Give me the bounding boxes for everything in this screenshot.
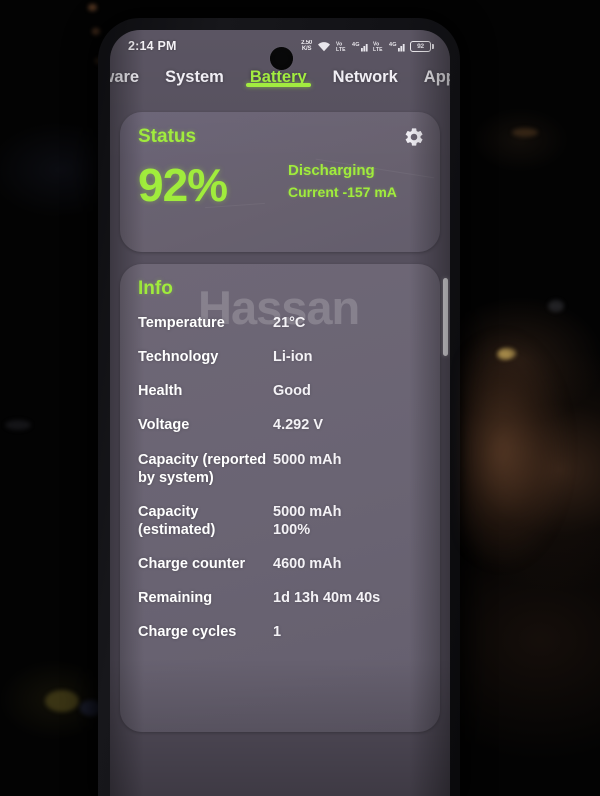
info-value: 1d 13h 40m 40s	[273, 589, 422, 607]
info-value: Good	[273, 382, 422, 400]
info-label: Temperature	[138, 315, 225, 331]
battery-content-scroll-area[interactable]: Status 92% Discharging Current -157 mA I…	[110, 104, 450, 732]
info-value-main: Good	[273, 383, 311, 400]
network-speed-unit: K/S	[301, 46, 312, 52]
background-bokeh	[548, 300, 564, 312]
info-row-capacity-estimated: Capacity (estimated) 5000 mAh 100%	[138, 503, 422, 539]
wifi-icon	[318, 41, 330, 51]
background-bokeh	[5, 420, 31, 430]
info-label: Health	[138, 383, 183, 400]
status-summary-row: 92% Discharging Current -157 mA	[138, 162, 422, 208]
info-value-main: 5000 mAh	[273, 451, 342, 468]
front-camera-punch-hole	[270, 47, 293, 70]
info-value: 1	[273, 623, 422, 641]
background-bokeh	[512, 128, 538, 137]
tab-active-underline	[245, 83, 311, 87]
mobile-data-lte2-icon: Vo LTE	[373, 41, 383, 52]
info-value-main: 5000 mAh	[273, 503, 342, 520]
info-value: 4.292 V	[273, 416, 422, 434]
svg-text:4G: 4G	[352, 42, 360, 48]
status-card-title: Status	[138, 126, 197, 147]
battery-level-text: 92	[410, 40, 431, 52]
info-card-title: Info	[138, 278, 173, 299]
status-detail-group: Discharging Current -157 mA	[288, 162, 397, 208]
info-value-main: 4.292 V	[273, 417, 323, 434]
battery-current-label: Current -157 mA	[288, 184, 397, 200]
info-value: 5000 mAh 100%	[273, 503, 422, 539]
info-row-voltage: Voltage 4.292 V	[138, 416, 422, 434]
battery-cap	[432, 43, 434, 49]
info-value-sub: 100%	[273, 521, 311, 538]
finger-highlight	[498, 348, 516, 359]
status-bar-clock: 2:14 PM	[128, 39, 177, 53]
info-value-main: 21°C	[273, 315, 306, 331]
info-value: 5000 mAh	[273, 451, 422, 469]
tab-apps[interactable]: App	[411, 62, 450, 87]
background-bokeh	[92, 28, 100, 35]
svg-text:LTE: LTE	[336, 47, 346, 52]
photo-background: 2:14 PM 2.50 K/S Vo LTE 4G Vo LTE 4G 92 …	[0, 0, 600, 796]
info-value: 4600 mAh	[273, 555, 422, 573]
background-bokeh	[497, 350, 511, 360]
info-row-capacity-reported: Capacity (reported by system) 5000 mAh	[138, 451, 422, 487]
status-card: Status 92% Discharging Current -157 mA	[120, 112, 440, 252]
signal-4g-sim2-icon: 4G	[389, 42, 405, 52]
info-value: Li-ion	[273, 348, 422, 366]
charging-state-label: Discharging	[288, 162, 375, 179]
info-row-health: Health Good	[138, 382, 422, 400]
info-value-main: 1d 13h 40m 40s	[273, 590, 381, 607]
tab-system-label: System	[165, 68, 224, 86]
gear-icon[interactable]	[403, 126, 425, 148]
info-row-charge-cycles: Charge cycles 1	[138, 623, 422, 641]
info-label: Technology	[138, 349, 219, 366]
vertical-scrollbar[interactable]	[443, 278, 448, 356]
tab-apps-label: App	[423, 68, 450, 86]
tab-hardware-label: rdware	[110, 68, 140, 86]
info-row-remaining: Remaining 1d 13h 40m 40s	[138, 589, 422, 607]
info-label: Capacity (reported by system)	[138, 451, 267, 486]
info-value-main: Li-ion	[273, 349, 313, 366]
info-label: Remaining	[138, 590, 213, 607]
info-label: Capacity (estimated)	[138, 503, 216, 538]
tab-network[interactable]: Network	[320, 62, 411, 87]
svg-text:LTE: LTE	[373, 47, 383, 52]
info-label: Voltage	[138, 417, 190, 434]
svg-text:4G: 4G	[389, 42, 397, 48]
info-card: Info Hassan Temperature 21°C Technology …	[120, 264, 440, 732]
info-value: 21°C	[273, 314, 422, 332]
tab-system[interactable]: System	[152, 62, 237, 87]
tab-hardware[interactable]: rdware	[110, 62, 152, 87]
background-bokeh	[88, 4, 97, 11]
info-row-charge-counter: Charge counter 4600 mAh	[138, 555, 422, 573]
network-speed-icon: 2.50 K/S	[301, 40, 312, 53]
info-row-list: Temperature 21°C Technology Li-ion Healt…	[138, 314, 422, 641]
signal-4g-sim1-icon: 4G	[352, 42, 368, 52]
info-value-main: 1	[273, 624, 282, 641]
finger-holding-phone	[462, 330, 600, 630]
tab-network-label: Network	[332, 68, 398, 86]
battery-status-icon: 92	[410, 40, 434, 52]
phone-screen: 2:14 PM 2.50 K/S Vo LTE 4G Vo LTE 4G 92 …	[110, 30, 450, 796]
info-row-technology: Technology Li-ion	[138, 348, 422, 366]
mobile-data-lte-icon: Vo LTE	[336, 41, 346, 52]
info-row-temperature: Temperature 21°C	[138, 314, 422, 332]
background-bokeh	[45, 690, 79, 712]
info-label: Charge counter	[138, 556, 246, 572]
status-bar-icon-group: 2.50 K/S Vo LTE 4G Vo LTE 4G 92	[301, 40, 434, 53]
info-value-main: 4600 mAh	[273, 556, 342, 572]
battery-percent-value: 92%	[138, 159, 228, 211]
info-label: Charge cycles	[138, 624, 237, 641]
gear-icon-glyph	[405, 128, 423, 146]
